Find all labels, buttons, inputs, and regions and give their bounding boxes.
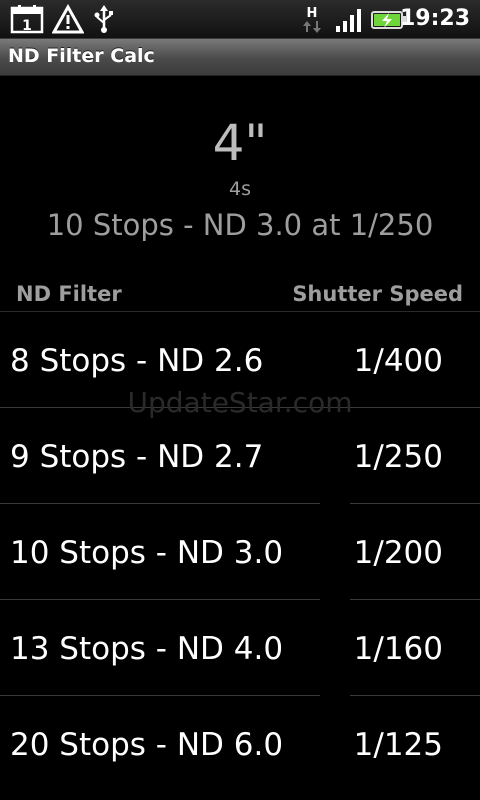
list-item[interactable]: 10 Stops - ND 3.0 1/200 — [0, 504, 480, 600]
filter-label[interactable]: 8 Stops - ND 2.6 — [10, 312, 263, 408]
filter-label[interactable]: 13 Stops - ND 4.0 — [10, 600, 283, 696]
shutter-speed-value[interactable]: 1/250 — [354, 408, 443, 504]
exposure-description: 10 Stops - ND 3.0 at 1/250 — [46, 208, 434, 242]
list-item[interactable]: 8 Stops - ND 2.6 1/400 — [0, 312, 480, 408]
filter-label[interactable]: 9 Stops - ND 2.7 — [10, 408, 263, 504]
exposure-time: 4" — [212, 114, 268, 172]
app-title: ND Filter Calc — [8, 45, 155, 67]
filter-label[interactable]: 10 Stops - ND 3.0 — [10, 504, 283, 600]
usb-icon — [94, 5, 113, 33]
network-letter: H — [307, 6, 318, 21]
shutter-speed-value[interactable]: 1/200 — [354, 504, 443, 600]
calendar-icon: 1 — [10, 5, 44, 34]
filter-label[interactable]: 20 Stops - ND 6.0 — [10, 696, 283, 792]
filter-list: 8 Stops - ND 2.6 1/400 9 Stops - ND 2.7 … — [0, 312, 480, 792]
list-item[interactable]: 9 Stops - ND 2.7 1/250 — [0, 408, 480, 504]
calendar-day: 1 — [22, 18, 32, 34]
list-item[interactable]: 13 Stops - ND 4.0 1/160 — [0, 600, 480, 696]
warning-icon — [52, 4, 84, 34]
shutter-speed-value[interactable]: 1/160 — [354, 600, 443, 696]
exposure-seconds: 4s — [229, 178, 251, 200]
status-clock: 19:23 — [399, 6, 470, 31]
column-header-speed: Shutter Speed — [292, 282, 463, 306]
shutter-speed-value[interactable]: 1/125 — [354, 696, 443, 792]
signal-icon — [336, 9, 361, 32]
network-h-icon: H — [303, 6, 321, 33]
title-bar: ND Filter Calc — [0, 39, 480, 76]
column-header-filter: ND Filter — [16, 282, 122, 306]
status-bar: 1 H 19:23 — [0, 0, 480, 39]
shutter-speed-value[interactable]: 1/400 — [354, 312, 443, 408]
list-item[interactable]: 20 Stops - ND 6.0 1/125 — [0, 696, 480, 792]
